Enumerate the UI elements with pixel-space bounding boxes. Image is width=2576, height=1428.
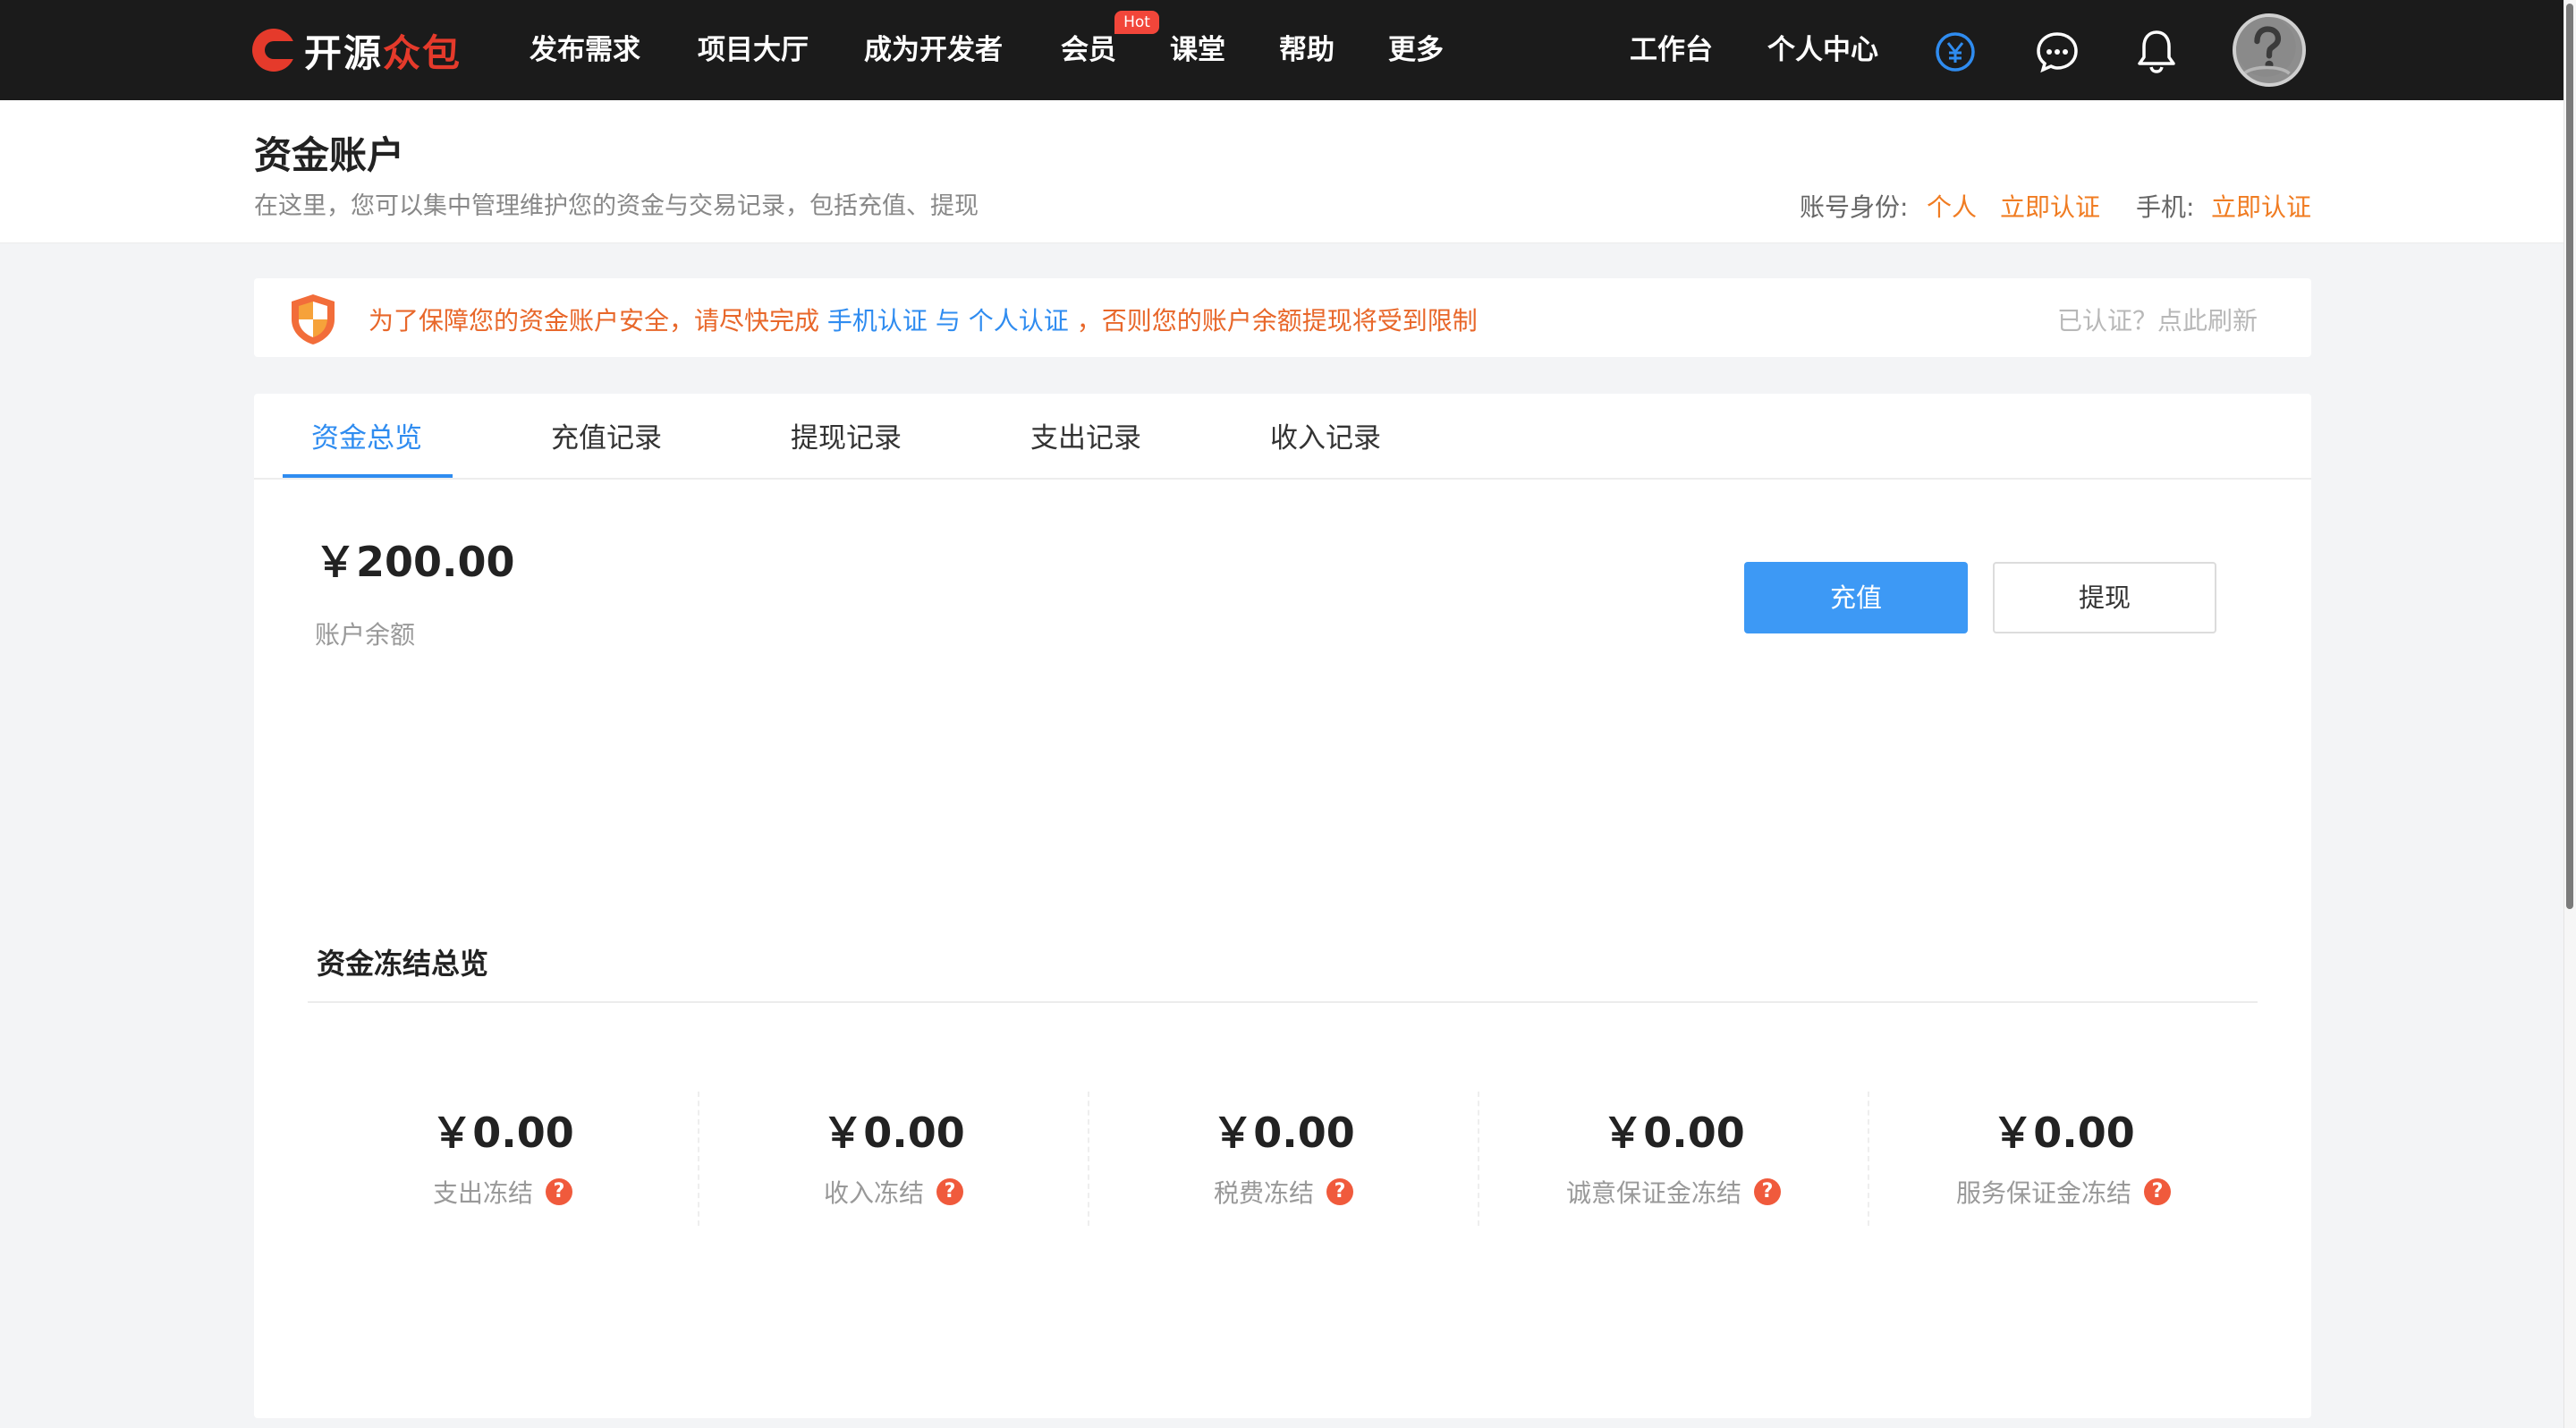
nav-item-publish[interactable]: 发布需求 [530,30,640,70]
tab-expense-records[interactable]: 支出记录 [1030,415,1141,456]
shield-icon [292,294,335,344]
freeze-divider [308,1001,2258,1003]
identity-verify-link[interactable]: 立即认证 [2000,188,2100,224]
freeze-item-tax: ￥0.00 税费冻结 ? [1088,1092,1478,1226]
top-navbar: 开源 众包 发布需求 项目大厅 成为开发者 会员 Hot 课堂 帮助 更多 工作… [0,0,2563,100]
phone-verify-link[interactable]: 立即认证 [2211,188,2311,224]
active-tab-indicator [283,474,453,478]
help-icon[interactable]: ? [936,1178,963,1205]
nav-item-classroom[interactable]: 课堂 [1170,30,1225,70]
freeze-item-expense: ￥0.00 支出冻结 ? [308,1092,698,1226]
user-avatar[interactable] [2233,13,2306,87]
nav-item-workbench[interactable]: 工作台 [1630,30,1713,70]
refresh-verification-link[interactable]: 已认证？点此刷新 [2057,302,2258,337]
scrollbar-thumb[interactable] [2566,4,2573,909]
freeze-amount: ￥0.00 [1602,1109,1745,1157]
chat-icon[interactable] [2032,25,2082,75]
phone-auth-link[interactable]: 手机认证 [827,306,928,336]
nav-item-help[interactable]: 帮助 [1279,30,1335,70]
account-balance-label: 账户余额 [315,620,416,650]
freeze-item-income: ￥0.00 收入冻结 ? [698,1092,1088,1226]
freeze-label-row: 收入冻结 ? [699,1174,1088,1210]
nav-item-more[interactable]: 更多 [1388,30,1444,70]
notice-text-a: 为了保障您的资金账户安全，请尽快完成 [369,306,820,336]
tab-overview[interactable]: 资金总览 [311,415,422,456]
page-title: 资金账户 [254,133,405,177]
nav-item-membership[interactable]: 会员 [1061,30,1116,70]
freeze-label: 税费冻结 [1213,1178,1314,1208]
freeze-label-row: 税费冻结 ? [1089,1174,1478,1210]
notice-message: 为了保障您的资金账户安全，请尽快完成 手机认证 与 个人认证 ，否则您的账户余额… [369,302,1478,337]
page-subtitle: 在这里，您可以集中管理维护您的资金与交易记录，包括充值、提现 [254,192,979,220]
logo-text-right: 众包 [383,30,462,75]
identity-value: 个人 [1927,192,1978,222]
freeze-amount: ￥0.00 [1212,1109,1355,1157]
help-icon[interactable]: ? [2144,1178,2171,1205]
question-mark-icon [2236,17,2296,77]
freeze-label-row: 诚意保证金冻结 ? [1479,1174,1868,1210]
funds-card: 资金总览 充值记录 提现记录 支出记录 收入记录 ￥200.00 账户余额 充值… [254,394,2311,1418]
yuan-icon[interactable] [1930,25,1980,75]
freeze-label: 收入冻结 [823,1178,924,1208]
security-notice: 为了保障您的资金账户安全，请尽快完成 手机认证 与 个人认证 ，否则您的账户余额… [254,278,2311,357]
notice-text-b: 与 [935,306,961,336]
freeze-amount: ￥0.00 [431,1109,574,1157]
recharge-button[interactable]: 充值 [1744,562,1968,633]
person-auth-link[interactable]: 个人认证 [969,306,1069,336]
nav-item-personal-center[interactable]: 个人中心 [1767,30,1878,70]
tab-income-records[interactable]: 收入记录 [1270,415,1381,456]
hot-badge: Hot [1114,11,1159,34]
freeze-label-row: 服务保证金冻结 ? [1869,1174,2258,1210]
help-icon[interactable]: ? [1326,1178,1353,1205]
tab-bar: 资金总览 充值记录 提现记录 支出记录 收入记录 [254,394,2311,480]
nav-item-become-developer[interactable]: 成为开发者 [864,30,1003,70]
withdraw-button[interactable]: 提现 [1993,562,2216,633]
freeze-label: 服务保证金冻结 [1955,1178,2131,1208]
phone-label: 手机: [2136,192,2195,222]
freeze-item-sincerity-deposit: ￥0.00 诚意保证金冻结 ? [1478,1092,1868,1226]
freeze-amount: ￥0.00 [822,1109,965,1157]
freeze-stats: ￥0.00 支出冻结 ? ￥0.00 收入冻结 ? ￥0.00 税费冻结 ? ￥… [308,1092,2258,1226]
freeze-overview-title: 资金冻结总览 [317,947,489,981]
freeze-amount: ￥0.00 [1992,1109,2135,1157]
freeze-label-row: 支出冻结 ? [308,1174,698,1210]
site-logo[interactable]: 开源 众包 [252,25,462,75]
identity-label: 账号身份: [1800,192,1909,222]
logo-mark-icon [252,29,295,72]
tab-withdraw-records[interactable]: 提现记录 [791,415,902,456]
help-icon[interactable]: ? [1754,1178,1781,1205]
help-icon[interactable]: ? [546,1178,572,1205]
freeze-label: 支出冻结 [432,1178,533,1208]
nav-item-hall[interactable]: 项目大厅 [698,30,809,70]
notice-text-c: ，否则您的账户余额提现将受到限制 [1076,306,1478,336]
tab-recharge-records[interactable]: 充值记录 [551,415,662,456]
logo-text-left: 开源 [304,30,384,75]
freeze-item-service-deposit: ￥0.00 服务保证金冻结 ? [1868,1092,2258,1226]
page-header: 资金账户 在这里，您可以集中管理维护您的资金与交易记录，包括充值、提现 账号身份… [0,100,2563,243]
account-balance: ￥200.00 [315,538,515,586]
bell-icon[interactable] [2131,25,2182,75]
freeze-label: 诚意保证金冻结 [1565,1178,1741,1208]
